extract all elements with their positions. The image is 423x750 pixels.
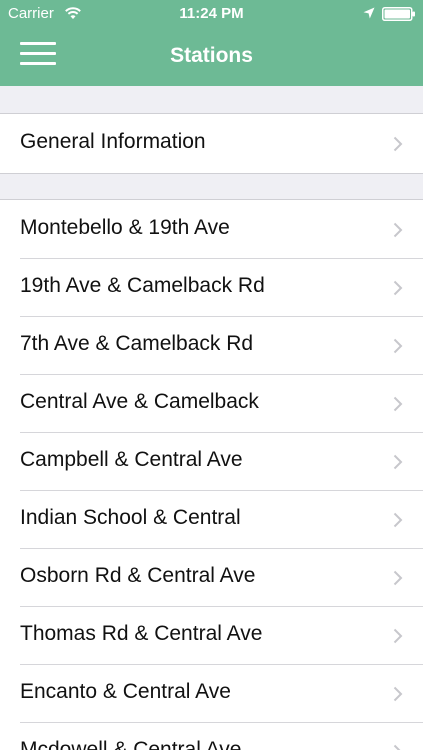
- chevron-right-icon: [393, 628, 403, 644]
- section-spacer: [0, 86, 423, 114]
- chevron-right-icon: [393, 136, 403, 152]
- status-time: 11:24 PM: [179, 5, 244, 22]
- section-spacer: [0, 173, 423, 200]
- station-label: Osborn Rd & Central Ave: [20, 564, 256, 587]
- chevron-right-icon: [393, 686, 403, 702]
- station-label: Thomas Rd & Central Ave: [20, 622, 263, 645]
- station-label: 19th Ave & Camelback Rd: [20, 274, 265, 297]
- station-label: Central Ave & Camelback: [20, 390, 259, 413]
- station-row[interactable]: Central Ave & Camelback: [0, 375, 423, 433]
- navigation-bar: Stations: [0, 30, 423, 86]
- page-title: Stations: [170, 44, 253, 67]
- station-row[interactable]: Encanto & Central Ave: [0, 665, 423, 723]
- chevron-right-icon: [393, 744, 401, 750]
- chevron-right-icon: [393, 396, 403, 412]
- station-label: Campbell & Central Ave: [20, 448, 243, 471]
- chevron-right-icon: [393, 454, 403, 470]
- station-row[interactable]: 19th Ave & Camelback Rd: [0, 259, 423, 317]
- station-label: 7th Ave & Camelback Rd: [20, 332, 254, 355]
- station-label: Indian School & Central: [20, 506, 241, 529]
- station-row[interactable]: Indian School & Central: [0, 491, 423, 549]
- station-row[interactable]: Osborn Rd & Central Ave: [0, 549, 423, 607]
- battery-icon: [382, 7, 415, 21]
- station-label: Encanto & Central Ave: [20, 680, 231, 703]
- location-arrow-icon: [363, 7, 375, 19]
- station-row[interactable]: 7th Ave & Camelback Rd: [0, 317, 423, 375]
- station-row[interactable]: Montebello & 19th Ave: [0, 201, 423, 259]
- chevron-right-icon: [393, 280, 403, 296]
- header: Carrier 11:24 PM Stations: [0, 0, 423, 86]
- chevron-right-icon: [393, 338, 403, 354]
- chevron-right-icon: [393, 570, 403, 586]
- station-label: Montebello & 19th Ave: [20, 216, 230, 239]
- row-label: General Information: [20, 130, 206, 153]
- status-bar: Carrier 11:24 PM: [0, 0, 423, 30]
- stations-list[interactable]: Montebello & 19th Ave 19th Ave & Camelba…: [0, 201, 423, 750]
- chevron-right-icon: [393, 512, 403, 528]
- station-row[interactable]: Thomas Rd & Central Ave: [0, 607, 423, 665]
- general-information-row[interactable]: General Information: [0, 115, 423, 173]
- chevron-right-icon: [393, 222, 403, 238]
- station-label: Mcdowell & Central Ave: [20, 738, 242, 750]
- station-row[interactable]: Mcdowell & Central Ave: [0, 723, 423, 750]
- station-row[interactable]: Campbell & Central Ave: [0, 433, 423, 491]
